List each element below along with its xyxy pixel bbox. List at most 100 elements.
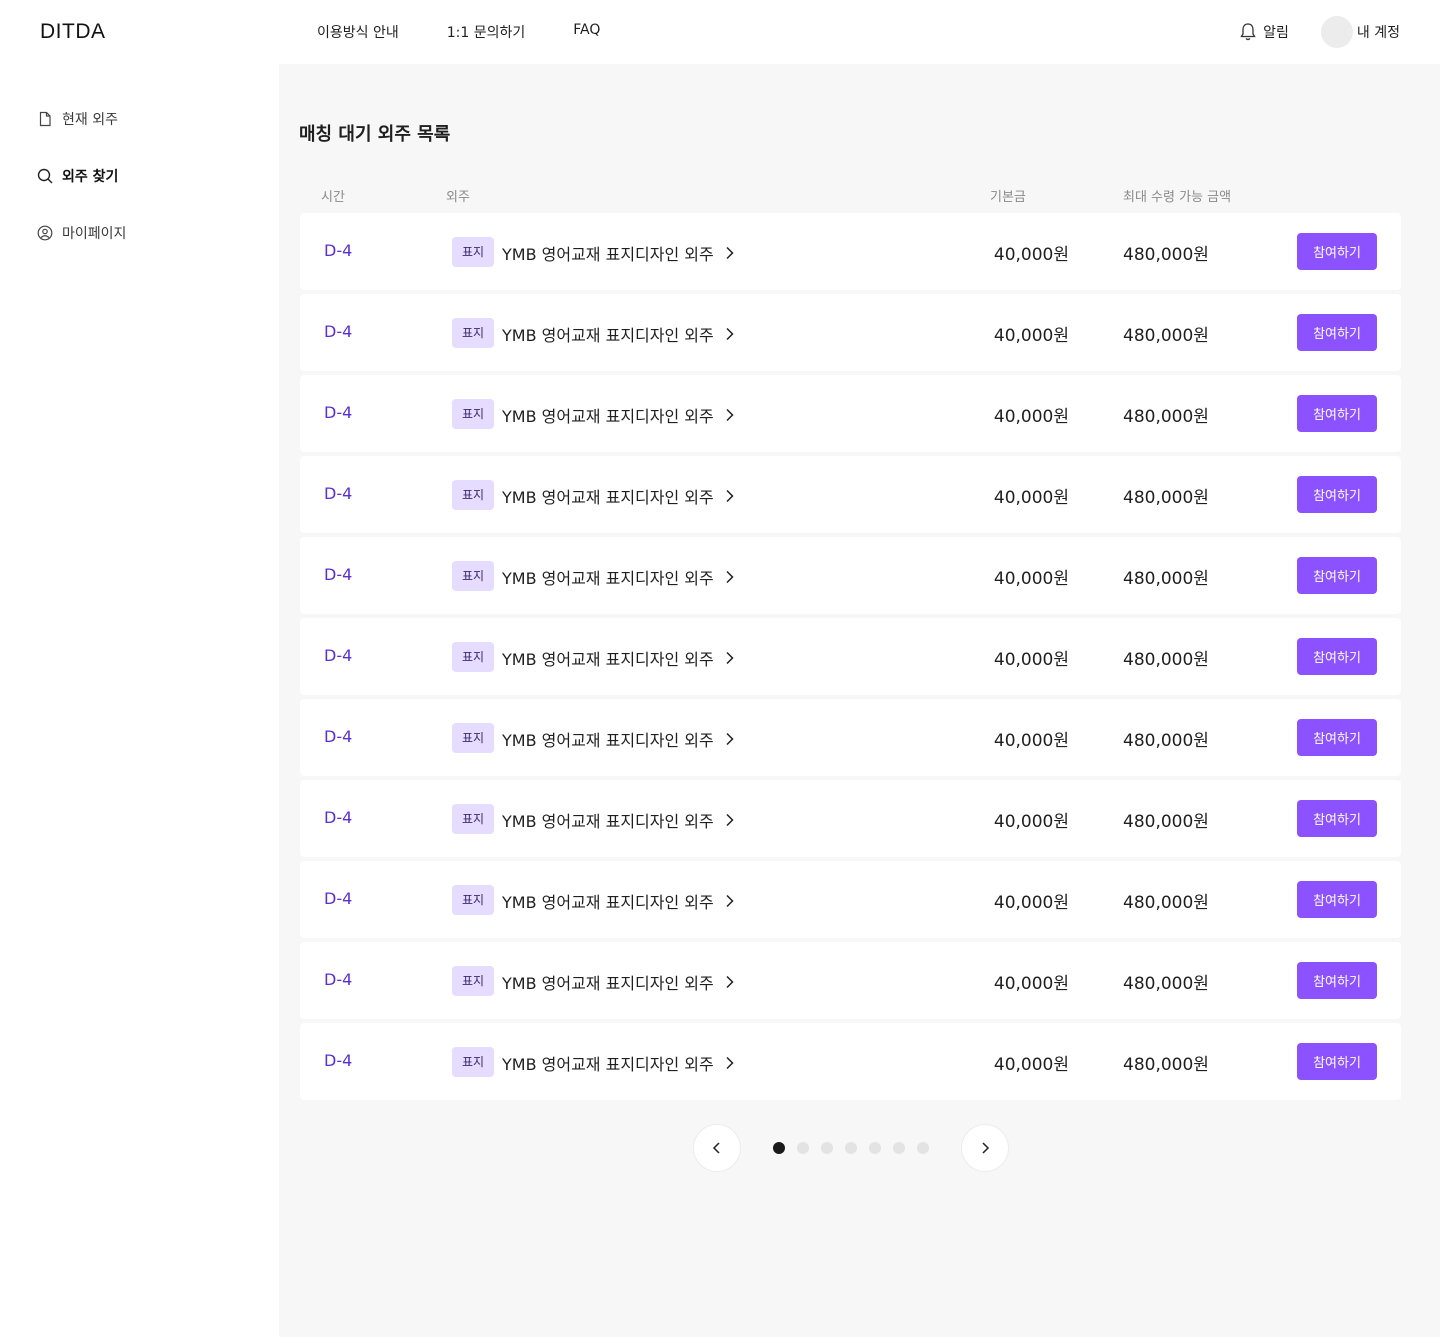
base-pay: 40,000원	[993, 488, 1069, 508]
job-title: YMB 영어교재 표지디자인 외주	[502, 407, 714, 426]
job-row: D-4 표지 YMB 영어교재 표지디자인 외주 40,000원 480,000원 참여하…	[300, 699, 1401, 776]
page-dot[interactable]	[797, 1142, 809, 1154]
sidebar-item-current-jobs[interactable]: 현재 외주	[37, 109, 118, 129]
account-label: 내 계정	[1356, 25, 1400, 41]
user-circle-icon	[37, 225, 53, 241]
job-row: D-4 표지 YMB 영어교재 표지디자인 외주 40,000원 480,000원 참여하…	[300, 780, 1401, 857]
dday-label: D-4	[324, 970, 353, 989]
category-tag: 표지	[452, 480, 495, 510]
bell-icon	[1240, 23, 1256, 41]
job-title-link[interactable]: YMB 영어교재 표지디자인 외주	[502, 403, 736, 427]
job-title: YMB 영어교재 표지디자인 외주	[502, 488, 714, 507]
chevron-right-icon	[726, 408, 734, 422]
chevron-right-icon	[726, 894, 734, 908]
join-button[interactable]: 참여하기	[1297, 1043, 1377, 1080]
sidebar-item-find-jobs[interactable]: 외주 찾기	[37, 166, 118, 186]
job-title: YMB 영어교재 표지디자인 외주	[502, 812, 714, 831]
sidebar-item-label: 현재 외주	[62, 112, 118, 128]
nav-faq-link[interactable]: FAQ	[573, 22, 600, 42]
sidebar-item-label: 마이페이지	[62, 226, 127, 242]
page-dot[interactable]	[917, 1142, 929, 1154]
job-title-link[interactable]: YMB 영어교재 표지디자인 외주	[502, 646, 736, 670]
document-icon	[39, 111, 51, 127]
job-row: D-4 표지 YMB 영어교재 표지디자인 외주 40,000원 480,000원 참여하…	[300, 537, 1401, 614]
base-pay: 40,000원	[993, 731, 1069, 751]
chevron-right-icon	[726, 246, 734, 260]
join-button[interactable]: 참여하기	[1297, 395, 1377, 432]
job-title-link[interactable]: YMB 영어교재 표지디자인 외주	[502, 808, 736, 832]
max-pay: 480,000원	[1123, 245, 1209, 265]
job-row: D-4 표지 YMB 영어교재 표지디자인 외주 40,000원 480,000원 참여하…	[300, 294, 1401, 371]
avatar	[1320, 16, 1353, 48]
chevron-right-icon	[726, 327, 734, 341]
join-button[interactable]: 참여하기	[1297, 233, 1377, 270]
job-row: D-4 표지 YMB 영어교재 표지디자인 외주 40,000원 480,000원 참여하…	[300, 213, 1401, 290]
job-title-link[interactable]: YMB 영어교재 표지디자인 외주	[502, 241, 736, 265]
sidebar-item-mypage[interactable]: 마이페이지	[37, 223, 126, 243]
base-pay: 40,000원	[993, 326, 1069, 346]
base-pay: 40,000원	[993, 893, 1069, 913]
job-title: YMB 영어교재 표지디자인 외주	[502, 1055, 714, 1074]
column-header-job: 외주	[446, 190, 470, 205]
main-content: 매칭 대기 외주 목록 시간 외주 기본금 최대 수령 가능 금액 D-4 표지 Y…	[279, 64, 1440, 1337]
notification-button[interactable]: 알림	[1239, 22, 1289, 42]
search-icon	[37, 168, 53, 184]
job-title: YMB 영어교재 표지디자인 외주	[502, 326, 714, 345]
join-button[interactable]: 참여하기	[1297, 638, 1377, 675]
page-dot[interactable]	[893, 1142, 905, 1154]
job-row: D-4 표지 YMB 영어교재 표지디자인 외주 40,000원 480,000원 참여하…	[300, 942, 1401, 1019]
category-tag: 표지	[452, 1047, 495, 1077]
job-title-link[interactable]: YMB 영어교재 표지디자인 외주	[502, 322, 736, 346]
chevron-right-icon	[726, 570, 734, 584]
max-pay: 480,000원	[1123, 1055, 1209, 1075]
job-title-link[interactable]: YMB 영어교재 표지디자인 외주	[502, 889, 736, 913]
sidebar: 현재 외주 외주 찾기 마이페이지	[0, 64, 279, 1337]
chevron-right-icon	[726, 651, 734, 665]
category-tag: 표지	[452, 642, 495, 672]
logo[interactable]: DITDA	[40, 20, 106, 44]
max-pay: 480,000원	[1123, 731, 1209, 751]
job-title-link[interactable]: YMB 영어교재 표지디자인 외주	[502, 727, 736, 751]
category-tag: 표지	[452, 561, 495, 591]
dday-label: D-4	[324, 1051, 353, 1070]
page-dot[interactable]	[845, 1142, 857, 1154]
page-dots	[773, 1142, 929, 1154]
page-dot[interactable]	[773, 1142, 785, 1154]
job-title-link[interactable]: YMB 영어교재 표지디자인 외주	[502, 1051, 736, 1075]
nav-guide-link[interactable]: 이용방식 안내	[317, 22, 399, 42]
category-tag: 표지	[452, 318, 495, 348]
job-row: D-4 표지 YMB 영어교재 표지디자인 외주 40,000원 480,000원 참여하…	[300, 1023, 1401, 1100]
max-pay: 480,000원	[1123, 812, 1209, 832]
job-title-link[interactable]: YMB 영어교재 표지디자인 외주	[502, 565, 736, 589]
dday-label: D-4	[324, 403, 353, 422]
page-title: 매칭 대기 외주 목록	[299, 124, 451, 145]
job-title-link[interactable]: YMB 영어교재 표지디자인 외주	[502, 484, 736, 508]
page-dot[interactable]	[821, 1142, 833, 1154]
prev-page-button[interactable]	[693, 1124, 741, 1172]
dday-label: D-4	[324, 322, 353, 341]
header-actions: 알림 내 계정	[1239, 16, 1400, 48]
job-title-link[interactable]: YMB 영어교재 표지디자인 외주	[502, 970, 736, 994]
base-pay: 40,000원	[993, 569, 1069, 589]
join-button[interactable]: 참여하기	[1297, 962, 1377, 999]
column-header-base-pay: 기본금	[990, 190, 1026, 205]
job-row: D-4 표지 YMB 영어교재 표지디자인 외주 40,000원 480,000원 참여하…	[300, 456, 1401, 533]
next-page-button[interactable]	[961, 1124, 1009, 1172]
join-button[interactable]: 참여하기	[1297, 719, 1377, 756]
join-button[interactable]: 참여하기	[1297, 881, 1377, 918]
category-tag: 표지	[452, 399, 495, 429]
nav-inquiry-link[interactable]: 1:1 문의하기	[447, 22, 526, 42]
join-button[interactable]: 참여하기	[1297, 476, 1377, 513]
join-button[interactable]: 참여하기	[1297, 800, 1377, 837]
account-button[interactable]: 내 계정	[1320, 16, 1400, 48]
chevron-right-icon	[726, 1056, 734, 1070]
base-pay: 40,000원	[993, 1055, 1069, 1075]
chevron-right-icon	[982, 1142, 990, 1154]
max-pay: 480,000원	[1123, 974, 1209, 994]
page-dot[interactable]	[869, 1142, 881, 1154]
job-row: D-4 표지 YMB 영어교재 표지디자인 외주 40,000원 480,000원 참여하…	[300, 861, 1401, 938]
join-button[interactable]: 참여하기	[1297, 557, 1377, 594]
join-button[interactable]: 참여하기	[1297, 314, 1377, 351]
job-list: D-4 표지 YMB 영어교재 표지디자인 외주 40,000원 480,000원 참여하…	[300, 213, 1401, 1104]
base-pay: 40,000원	[993, 407, 1069, 427]
